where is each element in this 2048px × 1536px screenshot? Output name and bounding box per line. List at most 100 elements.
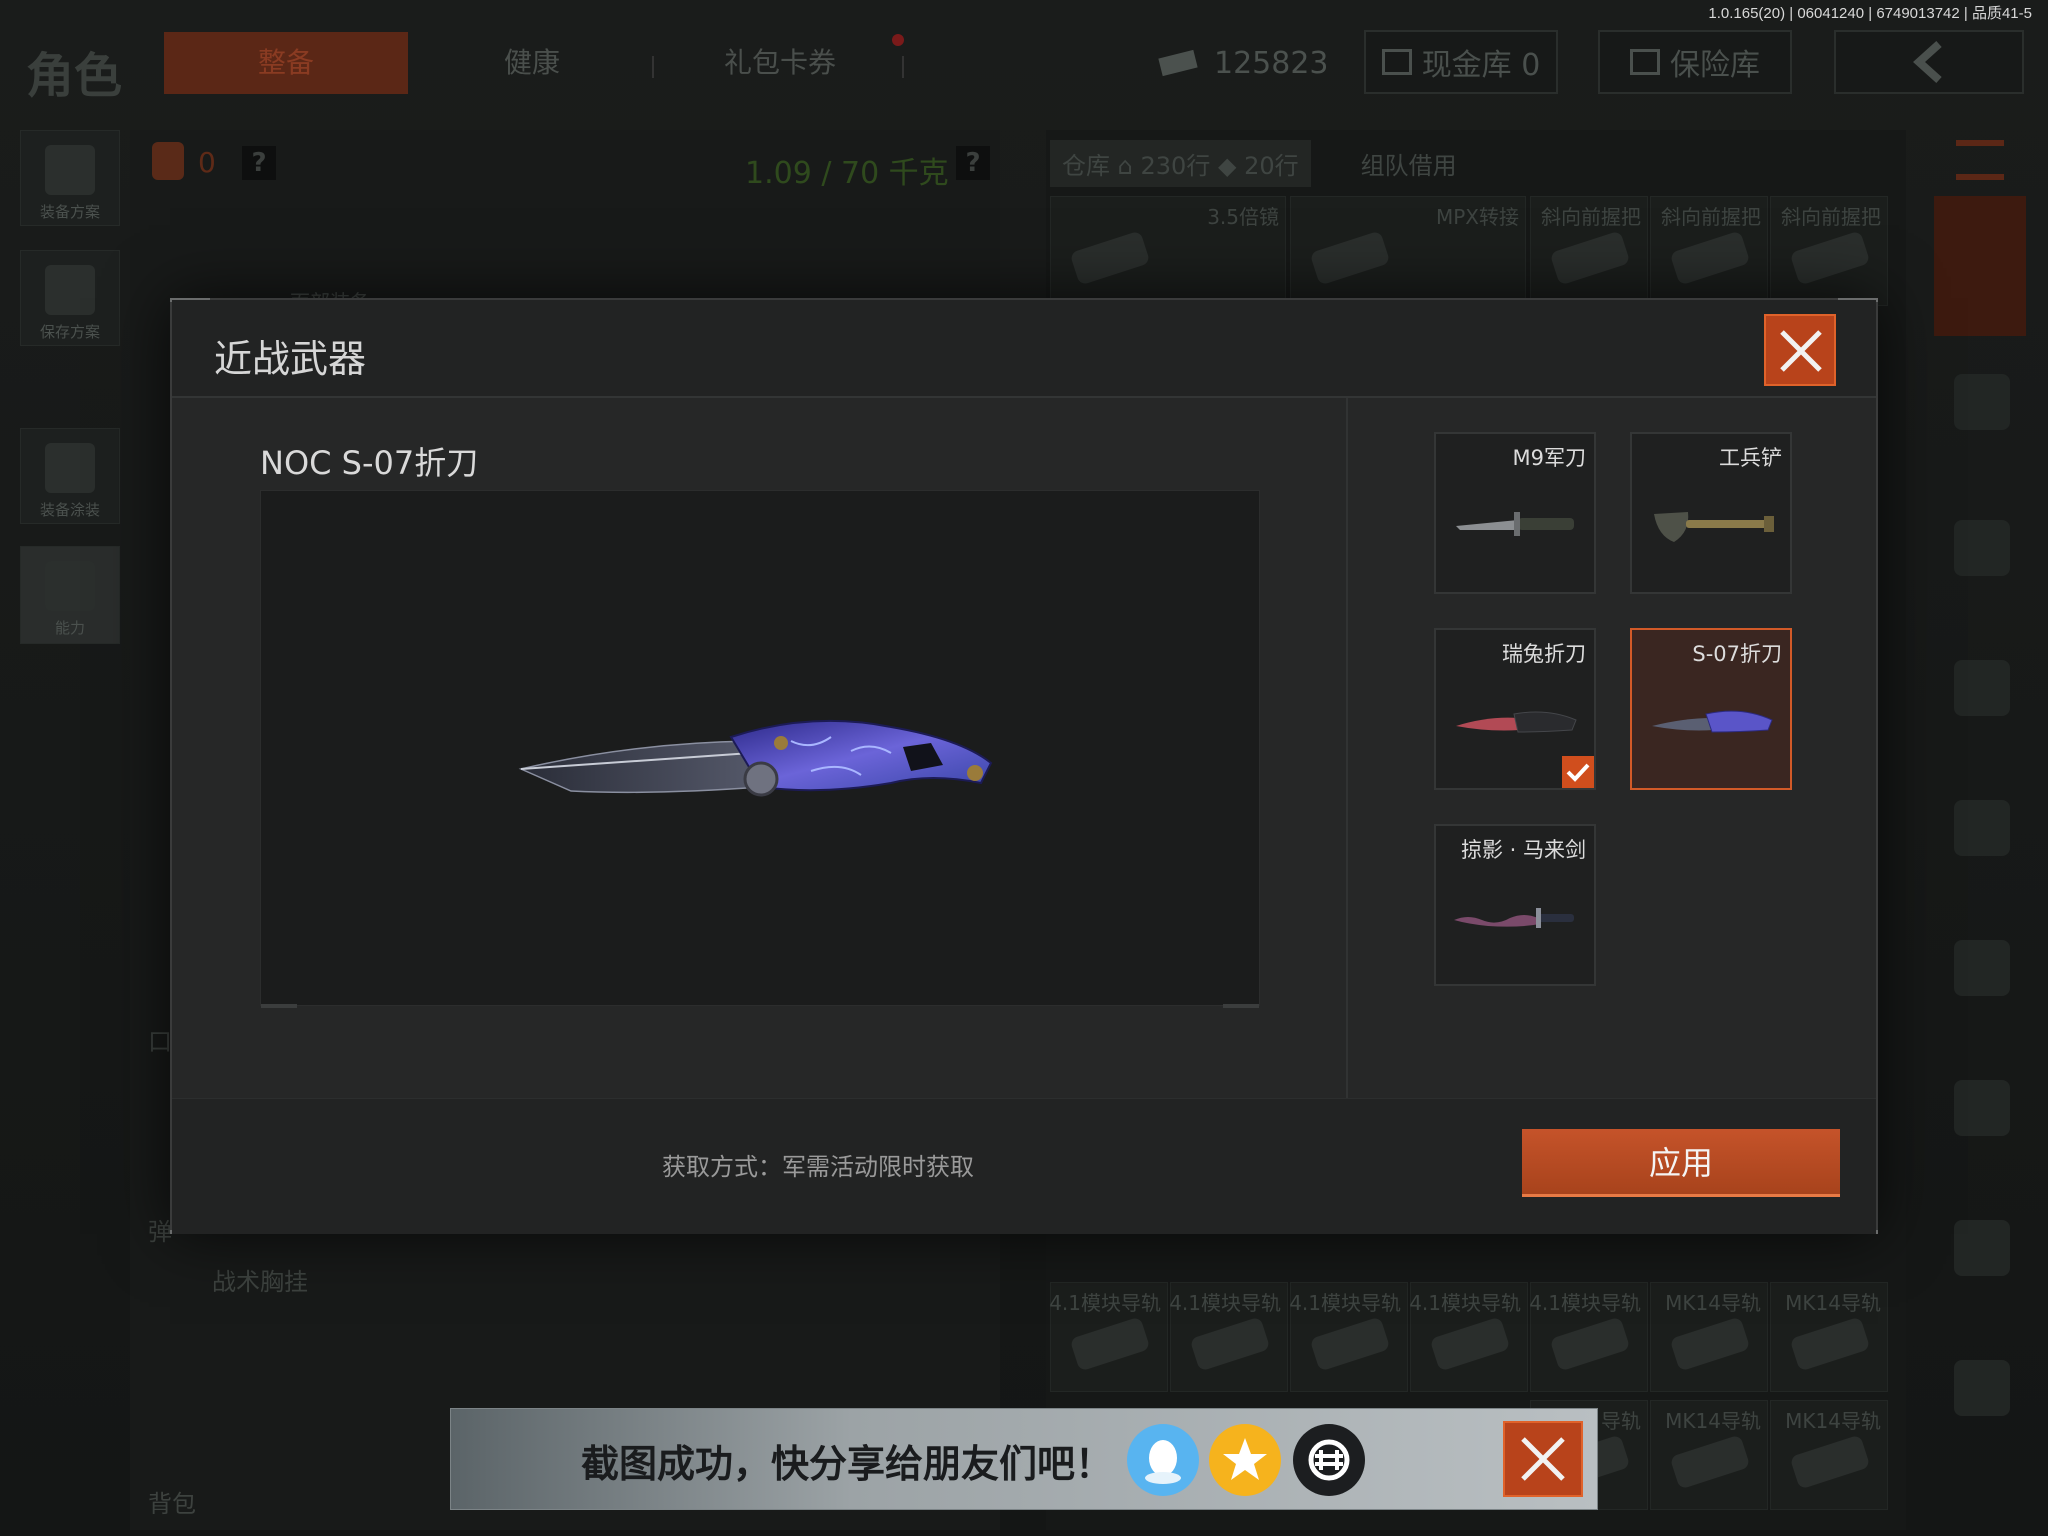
safe-box-button[interactable]: 保险库: [1598, 30, 1792, 94]
preview-corner-mark: [1223, 1004, 1259, 1008]
item-label: MK14导轨: [1665, 1291, 1761, 1315]
item-label: 斜向前握把: [1661, 205, 1761, 229]
wechat-moments-icon: [1308, 1439, 1350, 1481]
item-label: 导轨: [1601, 1409, 1641, 1433]
equipped-check-icon: [1562, 756, 1594, 788]
s07-folding-knife-icon: [518, 719, 993, 797]
cash-vault-button[interactable]: 现金库 0: [1364, 30, 1558, 94]
inventory-item[interactable]: MPX转接: [1290, 196, 1526, 306]
share-moments-button[interactable]: [1293, 1424, 1365, 1496]
share-message: 截图成功，快分享给朋友们吧！: [581, 1442, 1114, 1486]
tab-health[interactable]: 健康: [432, 32, 632, 94]
weapon-card-m9[interactable]: M9军刀: [1434, 432, 1596, 594]
filter-rifle-icon[interactable]: [1954, 520, 2010, 576]
item-label: 4.1模块导轨: [1409, 1291, 1521, 1315]
inventory-item[interactable]: 4.1模块导轨: [1529, 1282, 1648, 1392]
sort-stack-icon[interactable]: [1956, 140, 2004, 180]
item-label: 4.1模块导轨: [1049, 1291, 1161, 1315]
safe-box-label: 保险库: [1670, 48, 1760, 83]
team-borrow-tab[interactable]: 组队借用: [1361, 146, 1457, 181]
close-button[interactable]: [1764, 314, 1836, 386]
apply-button[interactable]: 应用: [1522, 1129, 1840, 1197]
weapon-grid: M9军刀 工兵铲 瑞兔折刀 S-07折刀 掠影 · 马来剑: [1350, 398, 1878, 1098]
weapon-card-kris-sword[interactable]: 掠影 · 马来剑: [1434, 824, 1596, 986]
inventory-item[interactable]: 斜向前握把: [1530, 196, 1648, 306]
tab-divider: [652, 56, 654, 78]
tag-icon: ◆: [1217, 151, 1237, 180]
share-close-button[interactable]: [1503, 1421, 1583, 1497]
item-label: MK14导轨: [1785, 1291, 1881, 1315]
folding-knife-icon: [1652, 710, 1773, 733]
inventory-item[interactable]: 4.1模块导轨: [1049, 1282, 1168, 1392]
cash-bundle-icon: [1158, 49, 1198, 77]
help-button[interactable]: ?: [242, 146, 276, 180]
scope-icon: [1069, 230, 1151, 286]
close-icon: [1780, 330, 1822, 372]
item-label: 4.1模块导轨: [1529, 1291, 1641, 1315]
sidebar-item-label: 保存方案: [39, 323, 100, 341]
weapon-card-s07-knife[interactable]: S-07折刀: [1630, 628, 1792, 790]
inventory-item[interactable]: 4.1模块导轨: [1289, 1282, 1408, 1392]
inventory-item[interactable]: 斜向前握把: [1650, 196, 1768, 306]
dialog-footer: 获取方式：军需活动限时获取 应用: [172, 1098, 1876, 1234]
filter-grenade-icon[interactable]: [1954, 1080, 2010, 1136]
lightning-icon: [45, 561, 95, 611]
weapon-detail-pane: NOC S-07折刀: [172, 398, 1348, 1098]
dialog-title: 近战武器: [214, 337, 367, 381]
preview-corner-mark: [261, 1004, 297, 1008]
item-label: 斜向前握把: [1781, 205, 1881, 229]
inventory-item[interactable]: 斜向前握把: [1770, 196, 1888, 306]
rail-icon: [1429, 1316, 1511, 1372]
sidebar-item-loadout-plan[interactable]: 装备方案: [20, 130, 120, 226]
warehouse-tab[interactable]: 仓库 ⌂ 230行 ◆ 20行: [1050, 139, 1311, 187]
grip-icon: [1549, 230, 1631, 286]
filter-medkit-icon[interactable]: [1954, 1220, 2010, 1276]
item-label: 4.1模块导轨: [1169, 1291, 1281, 1315]
filter-all-button[interactable]: [1934, 196, 2026, 336]
filter-magazine-icon[interactable]: [1954, 660, 2010, 716]
sidebar-item-label: 装备涂装: [39, 501, 100, 519]
inventory-item[interactable]: 3.5倍镜: [1050, 196, 1286, 306]
sidebar-item-abilities[interactable]: 能力: [20, 546, 120, 644]
weapon-card-label: 瑞兔折刀: [1502, 642, 1586, 666]
share-qzone-button[interactable]: [1209, 1424, 1281, 1496]
item-label: MPX转接: [1435, 205, 1519, 229]
weapon-card-label: 掠影 · 马来剑: [1460, 838, 1586, 862]
weapon-card-rabbit-knife[interactable]: 瑞兔折刀: [1434, 628, 1596, 790]
rail-icon: [1789, 1316, 1871, 1372]
filter-key-icon[interactable]: [1954, 1360, 2010, 1416]
inventory-item[interactable]: 4.1模块导轨: [1409, 1282, 1528, 1392]
back-arrow-icon: [1913, 41, 1942, 83]
inventory-item[interactable]: 4.1模块导轨: [1169, 1282, 1288, 1392]
bayonet-icon: [1456, 512, 1574, 536]
back-button[interactable]: [1834, 30, 2024, 94]
filter-helmet-icon[interactable]: [1954, 374, 2010, 430]
sidebar-item-skins[interactable]: 装备涂装: [20, 428, 120, 524]
weapon-preview[interactable]: [260, 490, 1260, 1008]
filter-armor-icon[interactable]: [1954, 940, 2010, 996]
currency-amount: 125823: [1214, 45, 1329, 81]
weapon-card-label: M9军刀: [1512, 446, 1586, 470]
weapon-card-label: 工兵铲: [1719, 446, 1782, 470]
role-title: 角色: [26, 48, 123, 104]
qq-icon: [1145, 1440, 1181, 1484]
tab-divider: [902, 56, 904, 78]
stock-adapter-icon: [1309, 230, 1391, 286]
weapon-card-entrenching-shovel[interactable]: 工兵铲: [1630, 432, 1792, 594]
filter-ammo-icon[interactable]: [1954, 800, 2010, 856]
inventory-item[interactable]: MK14导轨: [1650, 1282, 1768, 1392]
sidebar-item-save-plan[interactable]: 保存方案: [20, 250, 120, 346]
weight-help-button[interactable]: ?: [956, 146, 990, 180]
inventory-item[interactable]: MK14导轨: [1770, 1400, 1888, 1510]
share-qq-button[interactable]: [1127, 1424, 1199, 1496]
rail-icon: [1549, 1316, 1631, 1372]
inventory-item[interactable]: MK14导轨: [1770, 1282, 1888, 1392]
item-label: MK14导轨: [1665, 1409, 1761, 1433]
rail-icon: [1069, 1316, 1151, 1372]
tab-loadout[interactable]: 整备: [164, 32, 408, 94]
folding-knife-icon: [1456, 711, 1577, 733]
tab-gift-coupons[interactable]: 礼包卡券: [680, 32, 880, 94]
item-label: 3.5倍镜: [1207, 205, 1279, 229]
inventory-item[interactable]: MK14导轨: [1650, 1400, 1768, 1510]
kris-sword-icon: [1454, 908, 1574, 928]
